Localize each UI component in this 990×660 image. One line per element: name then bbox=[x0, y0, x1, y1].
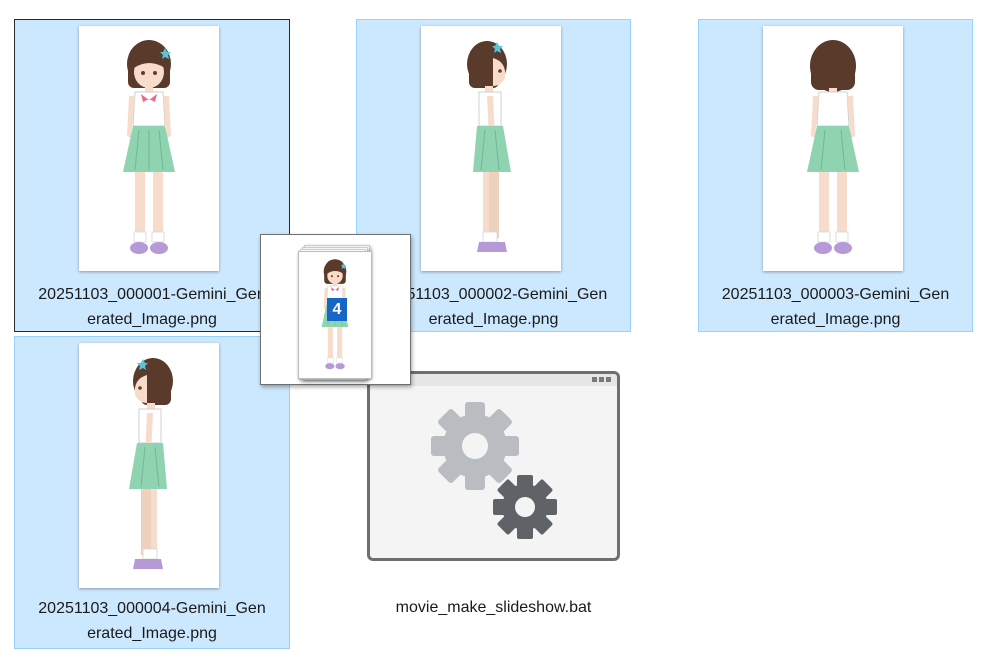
file-thumbnail-3 bbox=[763, 26, 903, 271]
file-name-bat: movie_make_slideshow.bat bbox=[395, 599, 592, 616]
file-thumbnail-1 bbox=[79, 26, 219, 271]
file-item-4[interactable]: 20251103_000004-Gemini_Gen erated_Image.… bbox=[14, 336, 290, 649]
file-name-4-line2: erated_Image.png bbox=[87, 625, 217, 642]
file-item-1[interactable]: 20251103_000001-Gemini_Gen erated_Image.… bbox=[14, 19, 290, 332]
drag-count-badge: 4 bbox=[327, 298, 347, 321]
file-thumbnail-2 bbox=[421, 26, 561, 271]
file-name-4-line1: 20251103_000004-Gemini_Gen bbox=[38, 600, 266, 617]
file-name-3-line1: 20251103_000003-Gemini_Gen bbox=[721, 286, 950, 303]
file-name-3-line2: erated_Image.png bbox=[770, 311, 901, 328]
file-item-3[interactable]: 20251103_000003-Gemini_Gen erated_Image.… bbox=[698, 19, 973, 332]
file-thumbnail-4 bbox=[79, 343, 219, 588]
gears-icon bbox=[367, 371, 620, 561]
file-name-1-line1: 20251103_000001-Gemini_Gen bbox=[38, 286, 266, 303]
file-name-1-line2: erated_Image.png bbox=[87, 311, 217, 328]
